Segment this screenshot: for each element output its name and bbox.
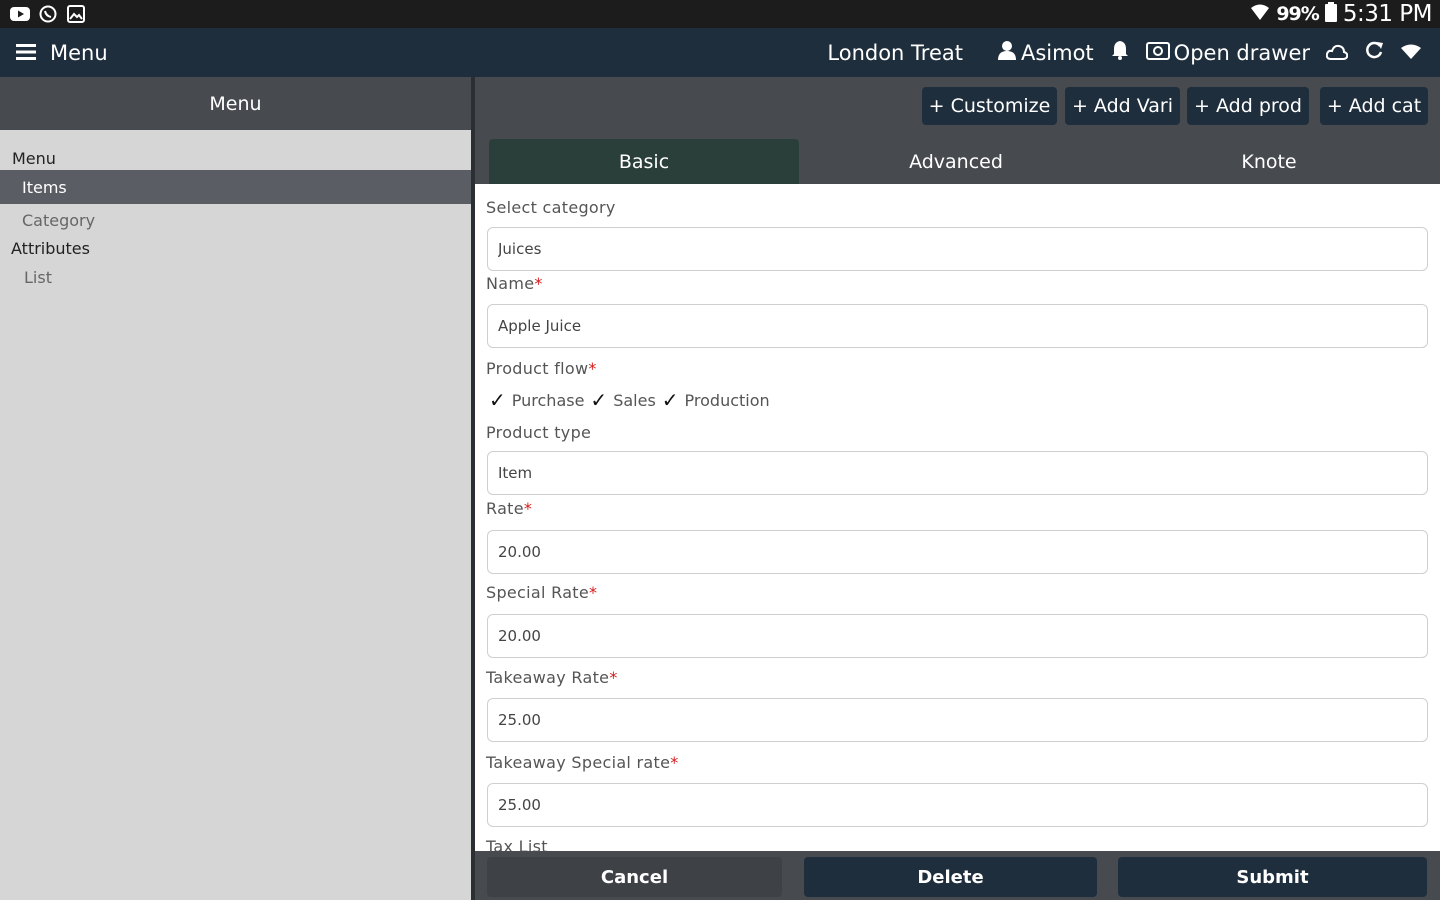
sidebar-item-list[interactable]: List (24, 268, 52, 287)
whatsapp-icon (38, 5, 58, 23)
product-editor: + Customize + Add Vari + Add prod + Add … (475, 77, 1440, 900)
checkmark-icon: ✓ (590, 388, 608, 412)
submit-button[interactable]: Submit (1118, 857, 1427, 897)
clock: 5:31 PM (1342, 1, 1433, 27)
name-input[interactable] (488, 305, 1427, 347)
battery-percent: 99% (1276, 3, 1319, 25)
sidebar-section-menu[interactable]: Menu (12, 149, 56, 168)
status-bar: 99% 5:31 PM (0, 0, 1440, 28)
bell-icon[interactable] (1110, 40, 1130, 65)
purchase-checkbox[interactable]: ✓ Purchase (489, 388, 584, 412)
required-mark: * (523, 499, 533, 518)
add-variant-button[interactable]: + Add Vari (1065, 87, 1180, 125)
takeaway-special-rate-label: Takeaway Special rate* (486, 753, 679, 772)
name-field[interactable] (487, 304, 1428, 348)
menu-label: Menu (50, 40, 108, 65)
product-type-field[interactable] (487, 451, 1428, 495)
special-rate-label: Special Rate* (486, 583, 598, 602)
wifi-status-icon[interactable] (1400, 41, 1422, 65)
gallery-icon (66, 5, 86, 23)
user-icon (997, 40, 1017, 65)
takeaway-special-rate-field[interactable] (487, 783, 1428, 827)
wifi-icon (1250, 2, 1270, 26)
cancel-button[interactable]: Cancel (487, 857, 782, 897)
required-mark: * (609, 668, 618, 687)
takeaway-rate-input[interactable] (488, 699, 1427, 741)
app-header: Menu London Treat Asimot Open drawer (0, 28, 1440, 77)
customize-button[interactable]: + Customize (922, 87, 1057, 125)
user-name: Asimot (1020, 40, 1094, 65)
editor-toolbar: + Customize + Add Vari + Add prod + Add … (475, 77, 1440, 184)
open-drawer-button[interactable]: Open drawer (1145, 40, 1310, 65)
add-category-button[interactable]: + Add cat (1320, 87, 1428, 125)
hamburger-icon (16, 41, 36, 65)
sidebar: Menu Menu Items Category Attributes List (0, 77, 471, 900)
special-rate-input[interactable] (488, 615, 1427, 657)
youtube-icon (10, 5, 30, 23)
cash-drawer-icon (1145, 41, 1170, 65)
product-type-input[interactable] (488, 452, 1427, 494)
special-rate-field[interactable] (487, 614, 1428, 658)
rate-label: Rate* (486, 499, 533, 518)
cloud-icon[interactable] (1325, 41, 1349, 65)
rate-field[interactable] (487, 530, 1428, 574)
category-field[interactable] (487, 227, 1428, 271)
delete-button[interactable]: Delete (804, 857, 1097, 897)
menu-button[interactable]: Menu (16, 28, 108, 77)
sidebar-item-category[interactable]: Category (22, 211, 95, 230)
takeaway-special-rate-input[interactable] (488, 784, 1427, 826)
takeaway-rate-field[interactable] (487, 698, 1428, 742)
sidebar-header: Menu (0, 77, 471, 130)
sidebar-section-attributes[interactable]: Attributes (11, 239, 90, 258)
takeaway-rate-label: Takeaway Rate* (486, 668, 618, 687)
required-mark: * (589, 583, 598, 602)
editor-footer: Cancel Delete Submit (475, 851, 1440, 900)
add-product-button[interactable]: + Add prod (1187, 87, 1309, 125)
sales-checkbox[interactable]: ✓ Sales (590, 388, 655, 412)
product-flow-options: ✓ Purchase ✓ Sales ✓ Production (489, 388, 776, 412)
required-mark: * (534, 274, 543, 293)
rate-input[interactable] (488, 531, 1427, 573)
tab-knote[interactable]: Knote (1113, 139, 1425, 184)
tab-advanced[interactable]: Advanced (800, 139, 1112, 184)
required-mark: * (588, 359, 597, 378)
name-label: Name* (486, 274, 543, 293)
sync-icon[interactable] (1364, 40, 1384, 65)
tab-basic[interactable]: Basic (489, 139, 799, 184)
open-drawer-label: Open drawer (1173, 40, 1310, 65)
user-button[interactable]: Asimot (997, 40, 1094, 65)
product-flow-label: Product flow* (486, 359, 597, 378)
checkmark-icon: ✓ (489, 388, 506, 412)
production-checkbox[interactable]: ✓ Production (662, 388, 770, 412)
sidebar-item-items[interactable]: Items (0, 170, 471, 204)
checkmark-icon: ✓ (661, 388, 679, 412)
product-type-label: Product type (486, 423, 592, 442)
category-input[interactable] (488, 228, 1427, 270)
category-label: Select category (486, 198, 616, 217)
store-name: London Treat (827, 40, 963, 65)
required-mark: * (670, 753, 679, 772)
battery-icon (1324, 1, 1337, 27)
